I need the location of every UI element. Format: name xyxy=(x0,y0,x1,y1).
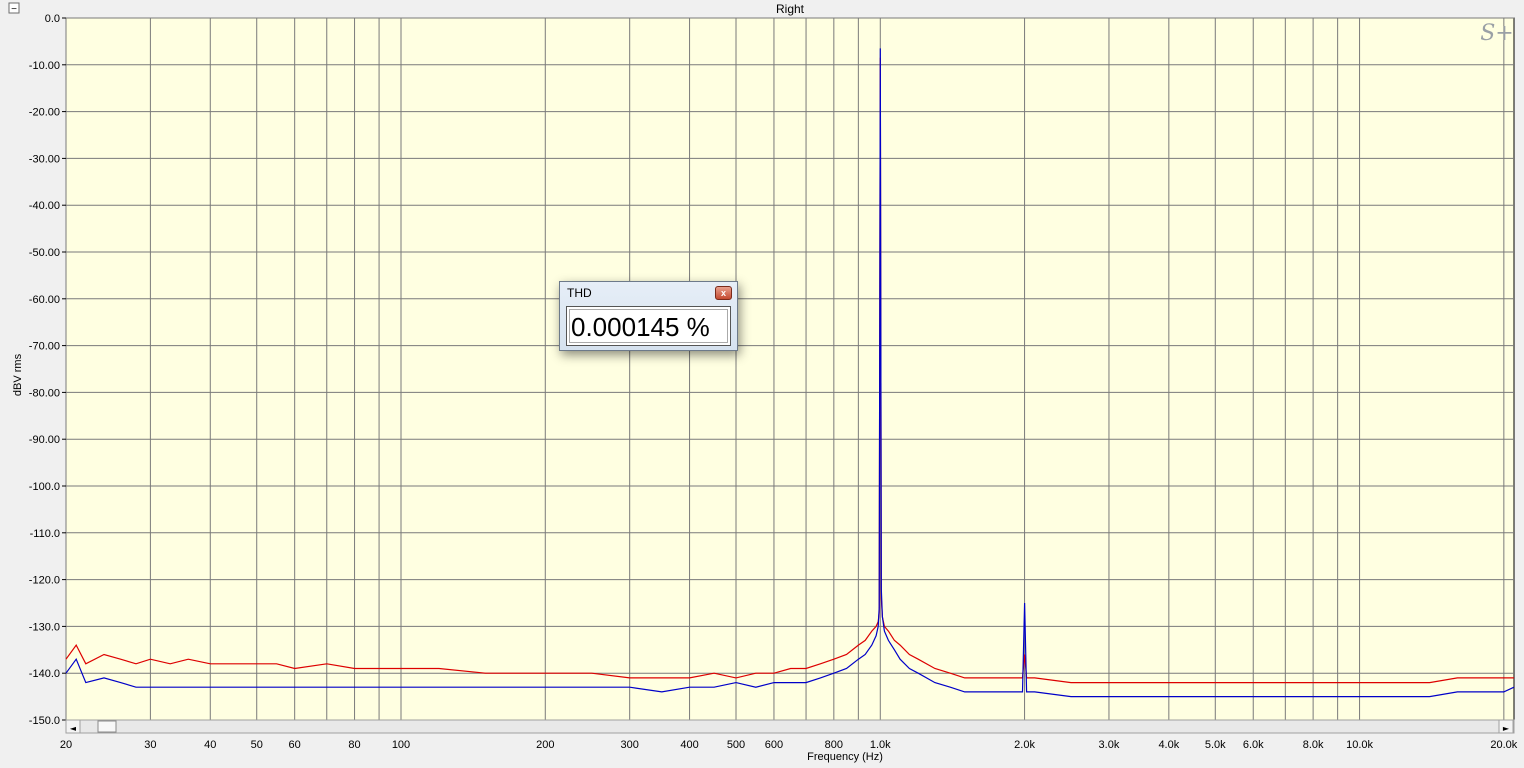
x-tick-label: 500 xyxy=(727,739,745,751)
x-tick-label: 800 xyxy=(825,739,843,751)
thd-value-box: 0.000145 % xyxy=(566,306,731,346)
x-tick-label: 6.0k xyxy=(1243,739,1264,751)
y-axis-label: dBV rms xyxy=(12,353,24,396)
horizontal-scrollbar[interactable] xyxy=(65,719,1515,734)
y-tick-label: -40.00 xyxy=(29,200,60,212)
y-tick-label: 0.0 xyxy=(45,13,60,25)
x-tick-label: 200 xyxy=(536,739,554,751)
collapse-icon: − xyxy=(11,4,17,15)
thd-dialog-title: THD xyxy=(567,286,592,300)
y-tick-label: -130.0 xyxy=(29,621,60,633)
x-tick-label: 40 xyxy=(204,739,216,751)
x-tick-label: 400 xyxy=(680,739,698,751)
y-tick-label: -140.0 xyxy=(29,668,60,680)
x-tick-label: 600 xyxy=(765,739,783,751)
y-tick-label: -30.00 xyxy=(29,153,60,165)
spectrum-chart: − Right S+ 0.0 -10.00 -20.00 -30.00 -40.00 -5… xyxy=(0,0,1524,763)
scroll-left-arrow-icon: ◄ xyxy=(70,724,77,733)
y-tick-label: -50.00 xyxy=(29,247,60,259)
x-tick-label: 20 xyxy=(60,739,72,751)
y-tick-label: -150.0 xyxy=(29,715,60,727)
x-tick-label: 20.0k xyxy=(1490,739,1517,751)
y-tick-label: -100.0 xyxy=(29,481,60,493)
x-tick-label: 30 xyxy=(144,739,156,751)
x-tick-label: 1.0k xyxy=(870,739,891,751)
x-tick-label: 10.0k xyxy=(1346,739,1373,751)
y-tick-label: -120.0 xyxy=(29,575,60,587)
x-axis-ticks: 20 30 40 50 60 80 100 200 300 400 500 600 800 1.0k 2.0… xyxy=(60,739,1518,751)
x-tick-label: 50 xyxy=(251,739,263,751)
x-tick-label: 2.0k xyxy=(1014,739,1035,751)
title-bar xyxy=(0,0,1524,17)
y-tick-label: -110.0 xyxy=(30,528,60,540)
x-tick-label: 80 xyxy=(348,739,360,751)
x-tick-label: 100 xyxy=(392,739,410,751)
thd-value: 0.000145 % xyxy=(571,312,710,342)
y-tick-label: -10.00 xyxy=(29,60,60,72)
scroll-right-arrow-icon: ► xyxy=(1503,724,1510,733)
chart-title: Right xyxy=(776,2,805,16)
x-axis-label: Frequency (Hz) xyxy=(807,751,883,763)
x-tick-label: 8.0k xyxy=(1303,739,1324,751)
y-tick-label: -80.00 xyxy=(29,387,60,399)
y-tick-label: -90.00 xyxy=(29,434,60,446)
close-icon[interactable]: x xyxy=(715,286,732,300)
x-tick-label: 4.0k xyxy=(1158,739,1179,751)
thd-dialog[interactable]: THD x 0.000145 % xyxy=(559,281,738,351)
scroll-thumb[interactable] xyxy=(97,720,117,733)
app-logo: S+ xyxy=(1480,21,1514,46)
y-axis-ticks: 0.0 -10.00 -20.00 -30.00 -40.00 -50.00 -60.00 -… xyxy=(29,13,66,727)
y-tick-label: -20.00 xyxy=(29,107,60,119)
x-tick-label: 300 xyxy=(620,739,638,751)
y-tick-label: -60.00 xyxy=(29,294,60,306)
x-tick-label: 3.0k xyxy=(1099,739,1120,751)
x-tick-label: 5.0k xyxy=(1205,739,1226,751)
plot-area xyxy=(65,17,1515,721)
x-tick-label: 60 xyxy=(289,739,301,751)
y-tick-label: -70.00 xyxy=(29,341,60,353)
